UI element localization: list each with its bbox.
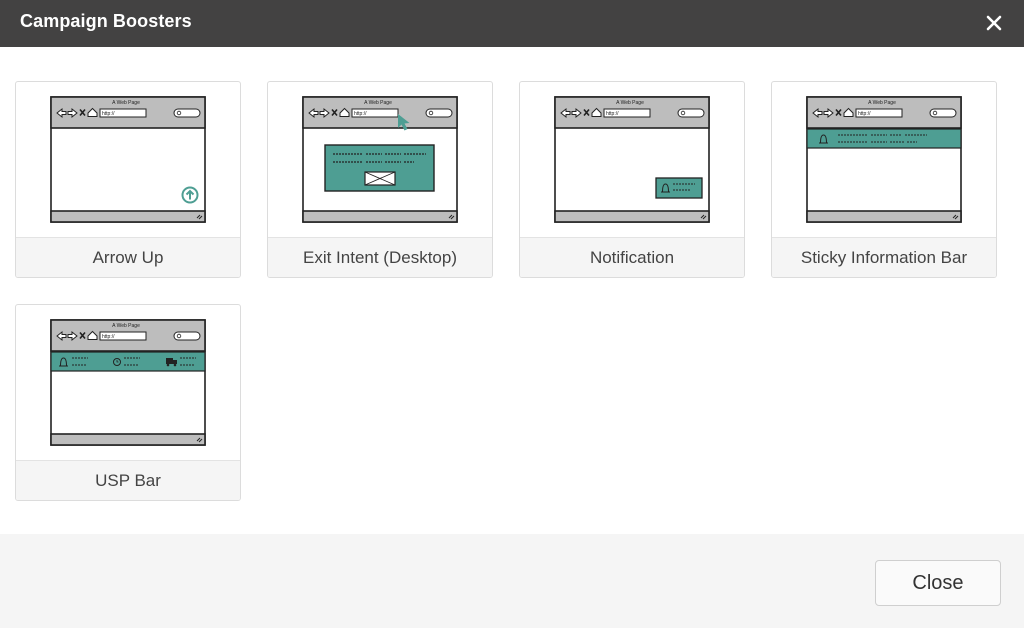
booster-card-usp-bar[interactable]: A Web Page http:// USP Bar	[15, 304, 241, 501]
booster-card-sticky-information-bar[interactable]: A Web Page http:// Sticky Information Ba…	[771, 81, 997, 278]
mock-url: http://	[102, 111, 115, 117]
mock-page-title: A Web Page	[112, 323, 140, 329]
mock-page-title: A Web Page	[616, 100, 644, 106]
browser-mockup: A Web Page http://	[554, 96, 710, 223]
booster-label: Notification	[520, 237, 744, 277]
mock-url: http://	[858, 111, 871, 117]
mock-page-title: A Web Page	[364, 100, 392, 106]
mock-url: http://	[354, 111, 367, 117]
mock-page-title: A Web Page	[868, 100, 896, 106]
close-icon[interactable]	[982, 11, 1006, 35]
close-button[interactable]: Close	[875, 560, 1001, 606]
browser-mockup: A Web Page http://	[806, 96, 962, 223]
booster-label: Sticky Information Bar	[772, 237, 996, 277]
mock-url: http://	[102, 334, 115, 340]
booster-card-exit-intent[interactable]: A Web Page http:// Exit Intent (Desktop)	[267, 81, 493, 278]
sticky-bar-preview: A Web Page http://	[806, 96, 962, 223]
dialog-footer	[0, 534, 1024, 628]
booster-label: Arrow Up	[16, 237, 240, 277]
booster-label: USP Bar	[16, 460, 240, 500]
booster-card-arrow-up[interactable]: A Web Page http:// Arrow Up	[15, 81, 241, 278]
exit-intent-preview: A Web Page http://	[302, 96, 458, 223]
mock-url: http://	[606, 111, 619, 117]
browser-mockup: A Web Page http://	[50, 96, 206, 223]
dialog-header: Campaign Boosters	[0, 0, 1024, 47]
booster-label: Exit Intent (Desktop)	[268, 237, 492, 277]
dialog-title: Campaign Boosters	[20, 11, 192, 31]
mock-page-title: A Web Page	[112, 100, 140, 106]
usp-bar-preview: A Web Page http://	[50, 319, 206, 446]
notification-preview: A Web Page http://	[554, 96, 710, 223]
booster-card-notification[interactable]: A Web Page http:// Notification	[519, 81, 745, 278]
browser-mockup: A Web Page http://	[50, 319, 206, 446]
arrow-up-preview: A Web Page http://	[50, 96, 206, 223]
